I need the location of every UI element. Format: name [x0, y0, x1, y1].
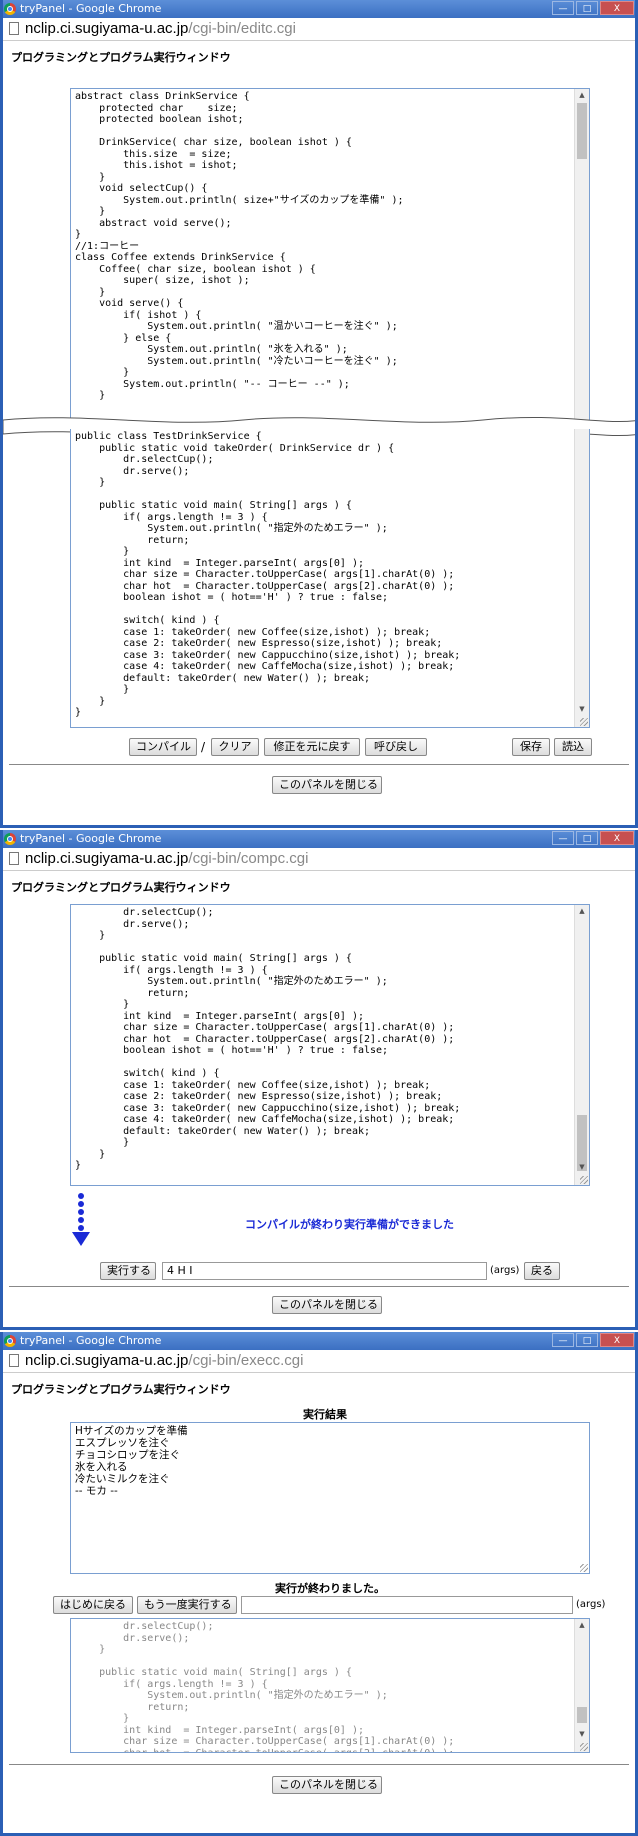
run-again-button[interactable]: もう一度実行する — [137, 1596, 237, 1614]
code-text: dr.selectCup(); dr.serve(); } public sta… — [75, 907, 461, 1171]
finished-label: 実行が終わりました。 — [275, 1582, 385, 1595]
url-host: nclip.ci.sugiyama-u.ac.jp — [25, 1352, 189, 1369]
page-icon — [9, 1354, 19, 1367]
scroll-up-icon[interactable]: ▲ — [575, 905, 589, 917]
clear-button[interactable]: クリア — [211, 738, 259, 756]
revert-button[interactable]: 修正を元に戻す — [264, 738, 360, 756]
maximize-button[interactable]: □ — [576, 831, 598, 845]
scroll-up-icon[interactable]: ▲ — [575, 89, 589, 101]
scroll-thumb[interactable] — [577, 103, 587, 159]
save-button[interactable]: 保存 — [512, 738, 550, 756]
compile-window: tryPanel - Google Chrome — □ X nclip.ci.… — [0, 830, 638, 1330]
url-path: /cgi-bin/execc.cgi — [188, 1352, 304, 1369]
code-viewer[interactable]: dr.selectCup(); dr.serve(); } public sta… — [70, 1618, 590, 1753]
page-heading: プログラミングとプログラム実行ウィンドウ — [11, 51, 231, 64]
url-host: nclip.ci.sugiyama-u.ac.jp — [25, 850, 189, 867]
window-title: tryPanel - Google Chrome — [20, 1334, 162, 1347]
code-scrollbar[interactable]: ▲ ▼ — [574, 905, 589, 1185]
editor-window: tryPanel - Google Chrome — □ X nclip.ci.… — [0, 0, 638, 828]
maximize-button[interactable]: □ — [576, 1, 598, 15]
button-separator: / — [201, 740, 206, 754]
chrome-icon — [4, 3, 16, 15]
progress-arrow-icon — [72, 1193, 90, 1246]
divider — [9, 1286, 629, 1287]
resize-handle-icon[interactable] — [580, 718, 588, 726]
minimize-button[interactable]: — — [552, 1333, 574, 1347]
code-text-bottom: public class TestDrinkService { public s… — [75, 431, 461, 718]
execute-window: tryPanel - Google Chrome — □ X nclip.ci.… — [0, 1332, 638, 1836]
recall-button[interactable]: 呼び戻し — [365, 738, 427, 756]
run-button[interactable]: 実行する — [100, 1262, 156, 1280]
divider — [9, 1764, 629, 1765]
code-editor[interactable]: dr.selectCup(); dr.serve(); } public sta… — [70, 904, 590, 1186]
window-title: tryPanel - Google Chrome — [20, 2, 162, 15]
window-titlebar: tryPanel - Google Chrome — □ X — [3, 1332, 635, 1350]
page-heading: プログラミングとプログラム実行ウィンドウ — [11, 1383, 231, 1396]
args-label: (args) — [576, 1599, 606, 1610]
args-label: (args) — [490, 1265, 520, 1276]
maximize-button[interactable]: □ — [576, 1333, 598, 1347]
code-text-top: abstract class DrinkService { protected … — [75, 91, 404, 401]
minimize-button[interactable]: — — [552, 831, 574, 845]
close-panel-button[interactable]: このパネルを閉じる — [272, 1776, 382, 1794]
minimize-button[interactable]: — — [552, 1, 574, 15]
resize-handle-icon[interactable] — [580, 1176, 588, 1184]
compile-button[interactable]: コンパイル — [129, 738, 197, 756]
url-path: /cgi-bin/editc.cgi — [188, 20, 296, 37]
code-text: dr.selectCup(); dr.serve(); } public sta… — [99, 1621, 455, 1753]
address-bar[interactable]: nclip.ci.sugiyama-u.ac.jp/cgi-bin/compc.… — [3, 848, 635, 871]
scroll-up-icon[interactable]: ▲ — [575, 1619, 589, 1631]
chrome-icon — [4, 1335, 16, 1347]
address-bar[interactable]: nclip.ci.sugiyama-u.ac.jp/cgi-bin/execc.… — [3, 1350, 635, 1373]
close-button[interactable]: X — [600, 1, 634, 15]
divider — [9, 764, 629, 765]
address-bar[interactable]: nclip.ci.sugiyama-u.ac.jp/cgi-bin/editc.… — [3, 18, 635, 41]
window-titlebar: tryPanel - Google Chrome — □ X — [3, 830, 635, 848]
result-heading: 実行結果 — [303, 1408, 347, 1421]
page-icon — [9, 852, 19, 865]
window-title: tryPanel - Google Chrome — [20, 832, 162, 845]
window-titlebar: tryPanel - Google Chrome — □ X — [3, 0, 635, 18]
args-input[interactable]: 4 H I — [162, 1262, 487, 1280]
close-button[interactable]: X — [600, 1333, 634, 1347]
page-heading: プログラミングとプログラム実行ウィンドウ — [11, 881, 231, 894]
resize-handle-icon[interactable] — [580, 1743, 588, 1751]
result-text: Hサイズのカップを準備 エスプレッソを注ぐ チョコシロップを注ぐ 氷を入れる 冷… — [75, 1425, 188, 1497]
code-scrollbar[interactable]: ▲ ▼ — [574, 1619, 589, 1752]
chrome-icon — [4, 833, 16, 845]
code-scrollbar-lower[interactable]: ▼ — [574, 429, 589, 727]
scroll-thumb[interactable] — [577, 1707, 587, 1723]
scroll-down-icon[interactable]: ▼ — [575, 703, 589, 715]
compile-status-message: コンパイルが終わり実行準備ができました — [245, 1218, 454, 1231]
code-editor-lower[interactable]: public class TestDrinkService { public s… — [70, 429, 590, 728]
args-input[interactable] — [241, 1596, 573, 1614]
close-panel-button[interactable]: このパネルを閉じる — [272, 1296, 382, 1314]
url-path: /cgi-bin/compc.cgi — [188, 850, 309, 867]
load-button[interactable]: 読込 — [554, 738, 592, 756]
scroll-down-icon[interactable]: ▼ — [575, 1161, 589, 1173]
page-icon — [9, 22, 19, 35]
resize-handle-icon[interactable] — [580, 1564, 588, 1572]
url-host: nclip.ci.sugiyama-u.ac.jp — [25, 20, 189, 37]
back-to-start-button[interactable]: はじめに戻る — [53, 1596, 133, 1614]
close-panel-button[interactable]: このパネルを閉じる — [272, 776, 382, 794]
close-button[interactable]: X — [600, 831, 634, 845]
result-output[interactable]: Hサイズのカップを準備 エスプレッソを注ぐ チョコシロップを注ぐ 氷を入れる 冷… — [70, 1422, 590, 1574]
scroll-down-icon[interactable]: ▼ — [575, 1728, 589, 1740]
back-button[interactable]: 戻る — [524, 1262, 560, 1280]
